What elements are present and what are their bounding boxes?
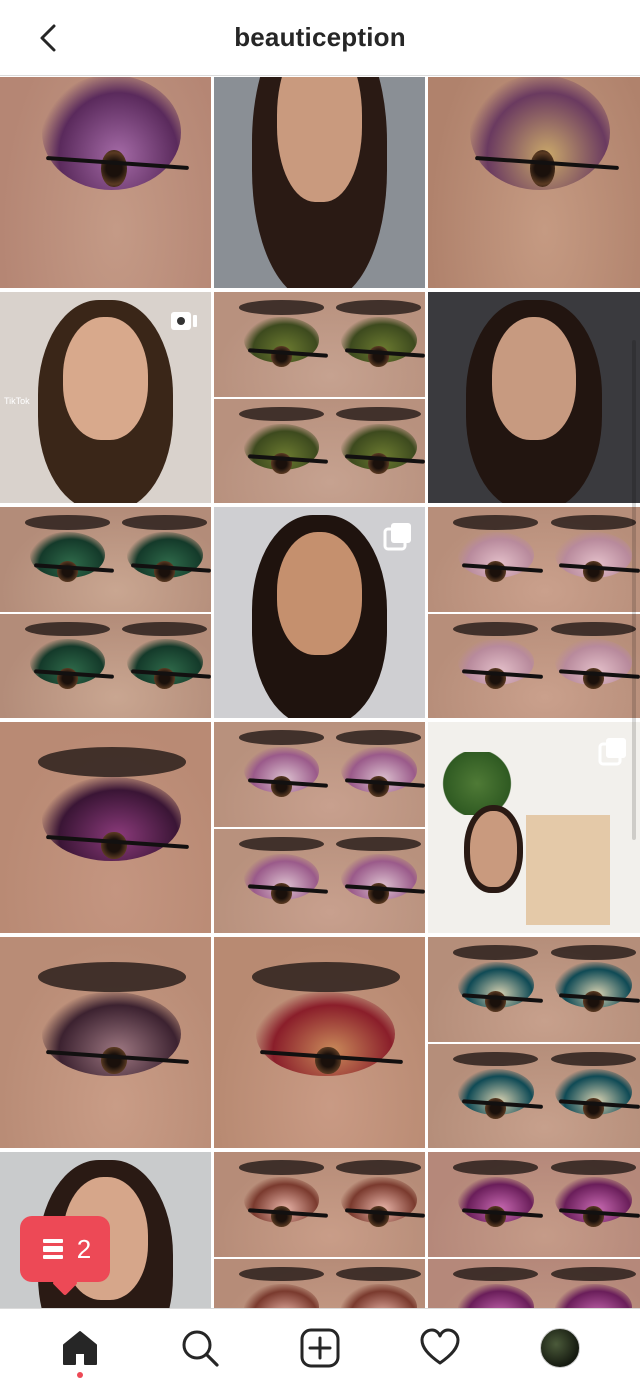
new-post-icon <box>300 1328 340 1367</box>
home-button[interactable] <box>56 1324 104 1378</box>
bottom-nav <box>0 1308 640 1386</box>
carousel-icon <box>598 736 628 766</box>
activity-icon <box>42 1239 63 1259</box>
notification-count: 2 <box>76 1233 92 1264</box>
face <box>277 77 362 202</box>
carousel-icon <box>383 521 413 551</box>
post-tile[interactable] <box>428 937 640 1148</box>
eyebrow <box>453 945 539 960</box>
chevron-left-icon <box>40 24 56 52</box>
post-tile[interactable] <box>214 1152 425 1308</box>
eyebrow <box>251 962 400 992</box>
post-image-half <box>428 1043 640 1148</box>
reel-icon <box>169 306 199 336</box>
eyebrow <box>239 300 324 315</box>
post-image-half <box>428 937 640 1042</box>
eyebrow <box>122 515 207 530</box>
post-image-half <box>214 292 425 397</box>
post-tile[interactable] <box>0 77 211 288</box>
post-tile[interactable] <box>428 507 640 718</box>
post-tile[interactable] <box>214 77 425 288</box>
post-tile[interactable] <box>214 507 425 718</box>
eyebrow <box>550 515 636 530</box>
iris <box>101 149 127 188</box>
search-button[interactable] <box>176 1324 224 1372</box>
post-image-half <box>428 507 640 612</box>
face <box>277 532 362 655</box>
scrollbar <box>632 340 636 840</box>
post-image-half <box>214 1258 425 1308</box>
post-image-half <box>428 1258 640 1308</box>
post-tile[interactable] <box>0 507 211 718</box>
post-image-half <box>214 1152 425 1257</box>
profile-button[interactable] <box>536 1324 584 1372</box>
home-icon <box>63 1330 97 1365</box>
post-tile[interactable] <box>428 722 640 933</box>
eyebrow <box>25 515 110 530</box>
post-tile[interactable] <box>214 937 425 1148</box>
eyebrow <box>37 962 186 992</box>
post-image-half <box>428 613 640 718</box>
activity-button[interactable] <box>416 1324 464 1372</box>
page-title: beautiception <box>234 22 406 52</box>
eyebrow <box>550 945 636 960</box>
post-image-half <box>0 507 211 612</box>
back-button[interactable] <box>32 20 68 56</box>
post-tile[interactable] <box>428 1152 640 1308</box>
eyebrow <box>37 747 186 777</box>
post-image-half <box>214 828 425 933</box>
iris <box>529 149 556 188</box>
post-tile[interactable] <box>0 937 211 1148</box>
post-tile[interactable] <box>428 292 640 503</box>
post-image-half <box>0 613 211 718</box>
eyebrow <box>453 1160 539 1175</box>
top-bar: beautiception <box>0 0 640 76</box>
face <box>491 317 577 440</box>
post-tile[interactable] <box>0 722 211 933</box>
profile-avatar <box>540 1327 580 1368</box>
eyebrow <box>453 515 539 530</box>
gift-box <box>525 814 611 925</box>
new-post-button[interactable] <box>296 1324 344 1372</box>
post-image-half <box>214 722 425 827</box>
iris <box>315 1046 341 1075</box>
search-icon <box>182 1330 219 1367</box>
iris <box>101 1046 127 1075</box>
post-image-half <box>214 398 425 503</box>
iris <box>101 831 127 860</box>
tiktok-watermark: TikTok <box>4 396 30 406</box>
activity-notification-badge[interactable]: 2 <box>20 1216 110 1282</box>
post-tile[interactable]: TikTok <box>0 292 211 503</box>
post-tile[interactable] <box>214 292 425 503</box>
heart-icon <box>420 1328 460 1364</box>
eyebrow <box>336 730 421 745</box>
home-active-dot <box>77 1371 83 1378</box>
post-tile[interactable] <box>428 77 640 288</box>
person <box>470 810 518 887</box>
eyebrow <box>239 730 324 745</box>
post-tile[interactable] <box>214 722 425 933</box>
eyebrow <box>336 1160 421 1175</box>
eyebrow <box>239 1160 324 1175</box>
plant <box>440 751 513 815</box>
posts-grid: TikTok <box>0 77 640 1308</box>
eyebrow <box>336 300 421 315</box>
face <box>63 317 148 440</box>
post-image-half <box>428 1152 640 1257</box>
eyebrow <box>550 1160 636 1175</box>
